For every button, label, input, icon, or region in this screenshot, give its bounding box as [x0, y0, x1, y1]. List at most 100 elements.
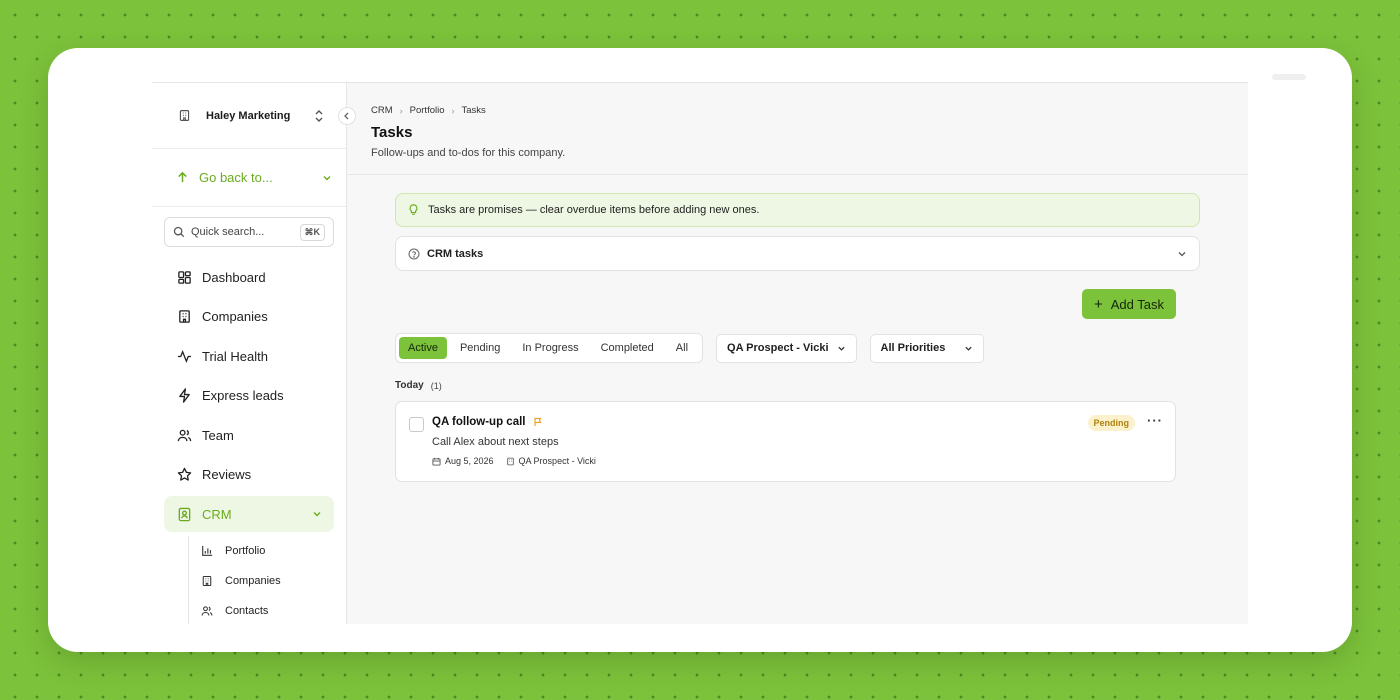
org-name: Haley Marketing	[206, 109, 291, 122]
task-title: QA follow-up call	[432, 416, 526, 428]
tasks-panel: Tasks are promises — clear overdue items…	[347, 175, 1248, 482]
go-back-label: Go back to...	[199, 170, 273, 185]
add-task-label: Add Task	[1110, 296, 1164, 312]
task-card[interactable]: QA follow-up call Call Alex about next s…	[395, 401, 1176, 482]
sidebar-item-label: Team	[202, 427, 234, 443]
task-contact-text: QA Prospect - Vicki	[518, 456, 596, 466]
flag-icon	[533, 417, 543, 427]
sidebar-item-team[interactable]: Team	[164, 417, 334, 453]
priority-filter-select[interactable]: All Priorities	[869, 333, 984, 363]
page-header: CRM › Portfolio › Tasks Tasks Follow-ups…	[347, 83, 1248, 175]
task-contact: QA Prospect - Vicki	[506, 456, 596, 466]
calendar-icon	[432, 457, 441, 466]
chevron-down-icon	[837, 346, 845, 351]
bar-chart-icon	[201, 545, 215, 557]
quick-search[interactable]: Quick search... ⌘K	[164, 217, 334, 247]
search-icon	[173, 226, 185, 238]
sidebar-item-portfolio[interactable]: Portfolio	[201, 536, 334, 566]
sidebar-nav: Dashboard Companies Trial Health Express…	[152, 259, 346, 624]
filters-row: Active Pending In Progress Completed All…	[395, 333, 1200, 363]
sidebar-item-label: Portfolio	[225, 544, 266, 557]
task-body: QA follow-up call Call Alex about next s…	[432, 416, 1163, 466]
sidebar-item-label: Express leads	[202, 388, 284, 403]
building-icon	[201, 575, 215, 587]
users-icon	[201, 605, 215, 617]
chevron-right-icon: ›	[399, 105, 403, 116]
breadcrumb-portfolio[interactable]: Portfolio	[410, 105, 445, 116]
actions-row: + Add Task	[395, 289, 1200, 319]
page-title: Tasks	[371, 124, 413, 141]
arrow-up-icon	[178, 171, 187, 183]
group-label: Today	[395, 380, 424, 391]
chevrons-up-down-icon	[314, 109, 324, 122]
status-tabs: Active Pending In Progress Completed All	[395, 333, 704, 363]
task-group-header: Today (1)	[395, 380, 1200, 391]
tab-in-progress[interactable]: In Progress	[511, 337, 589, 359]
sidebar-item-contacts[interactable]: Contacts	[201, 596, 334, 625]
sidebar-item-crm-companies[interactable]: Companies	[201, 566, 334, 596]
tip-text: Tasks are promises — clear overdue items…	[428, 204, 760, 216]
building-icon	[506, 457, 514, 465]
go-back-dropdown[interactable]: Go back to...	[152, 149, 346, 207]
help-circle-icon	[408, 248, 420, 260]
contact-icon	[176, 506, 192, 522]
chevron-down-icon	[313, 512, 321, 517]
building-icon	[174, 106, 194, 126]
crm-tasks-accordion[interactable]: CRM tasks	[395, 236, 1200, 271]
breadcrumb-tasks: Tasks	[461, 105, 486, 116]
collapse-sidebar-button[interactable]	[338, 107, 356, 125]
task-date: Aug 5, 2026	[432, 456, 494, 466]
users-icon	[176, 427, 192, 443]
plus-icon: +	[1093, 295, 1103, 313]
sidebar-item-label: CRM	[202, 506, 232, 522]
contact-filter-value: QA Prospect - Vicki	[727, 342, 829, 354]
tab-pending[interactable]: Pending	[449, 337, 511, 359]
chevron-down-icon	[323, 175, 331, 180]
task-checkbox[interactable]	[409, 417, 424, 432]
task-meta: Aug 5, 2026 QA Prospect - Vicki	[432, 456, 1163, 466]
sidebar-item-reviews[interactable]: Reviews	[164, 457, 334, 493]
accordion-label: CRM tasks	[427, 247, 484, 260]
breadcrumb: CRM › Portfolio › Tasks	[371, 105, 1224, 116]
chevron-down-icon	[1178, 251, 1186, 256]
sidebar-item-crm[interactable]: CRM	[164, 496, 334, 532]
sidebar-item-label: Trial Health	[202, 348, 268, 364]
org-switcher[interactable]: Haley Marketing	[152, 83, 356, 149]
chevron-left-icon	[344, 112, 349, 120]
status-badge: Pending	[1087, 415, 1135, 431]
group-count: (1)	[430, 380, 442, 391]
tab-all[interactable]: All	[665, 337, 699, 359]
page-subtitle: Follow-ups and to-dos for this company.	[371, 147, 566, 159]
search-placeholder: Quick search...	[191, 226, 265, 238]
star-icon	[176, 467, 192, 483]
add-task-button[interactable]: + Add Task	[1081, 289, 1176, 319]
tab-completed[interactable]: Completed	[590, 337, 665, 359]
sidebar-item-dashboard[interactable]: Dashboard	[164, 259, 334, 295]
breadcrumb-crm[interactable]: CRM	[371, 105, 393, 116]
task-date-text: Aug 5, 2026	[445, 456, 494, 466]
task-title-row: QA follow-up call	[432, 416, 1163, 428]
sidebar-item-companies[interactable]: Companies	[164, 299, 334, 335]
building-icon	[176, 309, 192, 325]
activity-icon	[176, 348, 192, 364]
sidebar-item-label: Dashboard	[202, 269, 266, 285]
lightbulb-icon	[408, 204, 419, 216]
sidebar-item-trial-health[interactable]: Trial Health	[164, 338, 334, 374]
app-shell: Haley Marketing Go back to... Quick sear…	[152, 82, 1248, 624]
sidebar-item-label: Reviews	[202, 467, 252, 482]
tab-active[interactable]: Active	[399, 337, 447, 359]
app-window: Haley Marketing Go back to... Quick sear…	[48, 48, 1352, 652]
more-options-icon[interactable]: ···	[1147, 413, 1163, 428]
crm-subnav: Portfolio Companies Contacts	[188, 535, 334, 625]
sidebar: Haley Marketing Go back to... Quick sear…	[152, 83, 356, 624]
chevron-down-icon	[964, 346, 972, 351]
main-content: CRM › Portfolio › Tasks Tasks Follow-ups…	[347, 83, 1248, 624]
top-handle	[1272, 74, 1306, 80]
contact-filter-select[interactable]: QA Prospect - Vicki	[716, 333, 857, 363]
sidebar-item-express-leads[interactable]: Express leads	[164, 378, 334, 414]
task-description: Call Alex about next steps	[432, 436, 559, 448]
lightning-icon	[176, 388, 192, 404]
dashboard-icon	[176, 269, 192, 285]
priority-filter-value: All Priorities	[880, 342, 946, 354]
sidebar-item-label: Companies	[202, 309, 268, 324]
